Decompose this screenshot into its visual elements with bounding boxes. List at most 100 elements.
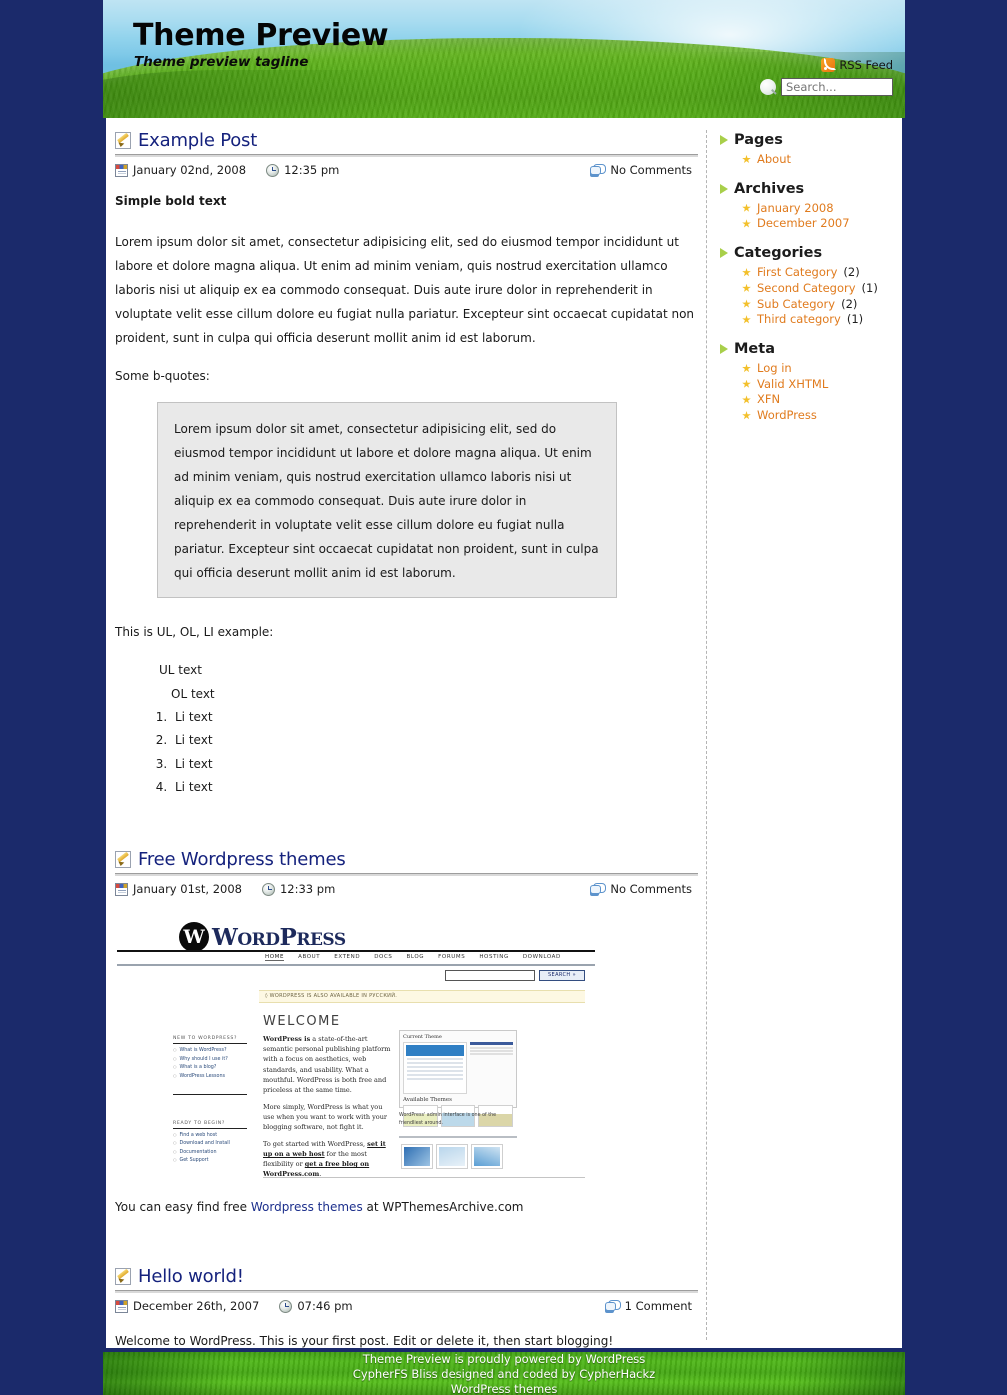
bquote-intro: Some b-quotes: (115, 368, 210, 383)
sidebar-link[interactable]: Third category (757, 312, 841, 327)
sidebar-block-meta: Meta Log in Valid XHTML XFN WordPress (720, 341, 892, 423)
sidebar-item-january-2008[interactable]: January 2008 (742, 201, 892, 216)
star-icon (742, 315, 751, 324)
sidebar-link[interactable]: About (757, 152, 791, 167)
wp-new-header: NEW TO WORDPRESS? (173, 1036, 247, 1045)
pencil-icon (115, 1268, 131, 1286)
wp-search: SEARCH » (445, 970, 585, 982)
site-title[interactable]: Theme Preview (133, 18, 389, 53)
calendar-icon (115, 163, 128, 177)
sidebar-item-first-category[interactable]: First Category (2) (742, 265, 892, 280)
post-meta: January 02nd, 2008 12:35 pm No Comments (115, 163, 698, 177)
sidebar-link[interactable]: January 2008 (757, 201, 834, 216)
wm-ord: ORD (237, 929, 280, 950)
post-title-text[interactable]: Hello world! (138, 1266, 244, 1287)
post-body: Simple bold text Lorem ipsum dolor sit a… (115, 193, 698, 799)
wp-theme-line (407, 1074, 463, 1077)
wordpress-org-screenshot-image: WORDPRESS HOME ABOUT EXTEND DOCS BLOG FO… (117, 918, 595, 1187)
comments-link[interactable]: 1 Comment (625, 1299, 692, 1313)
sidebar-item-valid-xhtml[interactable]: Valid XHTML (742, 377, 892, 392)
wp-theme-line (470, 1050, 513, 1052)
sidebar-item-about[interactable]: About (742, 152, 892, 167)
post-title-text[interactable]: Free Wordpress themes (138, 849, 346, 870)
sidebar-item-xfn[interactable]: XFN (742, 392, 892, 407)
wp-ready-section: READY TO BEGIN? Find a web host Download… (173, 1121, 247, 1163)
post-example-post: Example Post January 02nd, 2008 12:35 pm… (115, 130, 698, 799)
footer-wordpress-link[interactable]: WordPress (585, 1352, 645, 1366)
post-title[interactable]: Example Post (115, 130, 698, 151)
sidebar-link[interactable]: WordPress (757, 408, 817, 423)
list-item: Li text (171, 729, 698, 752)
post-date-text: December 26th, 2007 (133, 1299, 260, 1314)
post-comments[interactable]: 1 Comment (604, 1299, 692, 1313)
post-meta: January 01st, 2008 12:33 pm No Comments (115, 882, 698, 896)
sidebar-link[interactable]: Log in (757, 361, 792, 376)
sidebar-item-wordpress[interactable]: WordPress (742, 408, 892, 423)
wp-notice-bar: ◊ WORDPRESS IS ALSO AVAILABLE IN РУССКИЙ… (259, 990, 585, 1004)
sidebar-item-december-2007[interactable]: December 2007 (742, 216, 892, 231)
wp-nav-item: DOCS (374, 954, 393, 961)
star-icon (742, 363, 751, 373)
comment-bubble-icon (590, 883, 607, 895)
comments-link[interactable]: No Comments (610, 882, 692, 896)
star-icon (742, 154, 751, 164)
post-comments[interactable]: No Comments (590, 163, 692, 177)
wp-thumb (436, 1144, 468, 1170)
search-form[interactable] (760, 78, 893, 96)
search-icon (760, 79, 776, 95)
sidebar-list-meta: Log in Valid XHTML XFN WordPress (720, 361, 892, 423)
sidebar-heading-pages: Pages (720, 132, 892, 148)
wp-main-copy: WordPress is a state-of-the-art semantic… (263, 1034, 393, 1186)
blockquote-text: Lorem ipsum dolor sit amet, consectetur … (174, 421, 599, 580)
post-spacer (115, 803, 698, 849)
wordpress-themes-link[interactable]: Wordpress themes (251, 1200, 363, 1214)
sidebar-heading-text: Categories (734, 245, 823, 262)
sidebar-list-pages: About (720, 152, 892, 167)
xfn-abbr: XFN (757, 392, 781, 407)
wp-available-themes-label: Available Themes (403, 1097, 452, 1104)
sidebar-item-third-category[interactable]: Third category (1) (742, 312, 892, 327)
wp-theme-line (407, 1062, 463, 1065)
blockquote: Lorem ipsum dolor sit amet, consectetur … (157, 401, 617, 598)
arrow-right-icon (720, 248, 728, 259)
sidebar-item-sub-category[interactable]: Sub Category (2) (742, 297, 892, 312)
category-count: (1) (861, 280, 878, 295)
wp-rule-lower (399, 1136, 517, 1139)
search-input[interactable] (781, 78, 893, 96)
sidebar-link[interactable]: Second Category (757, 281, 856, 296)
sidebar-item-second-category[interactable]: Second Category (1) (742, 281, 892, 296)
sidebar-link[interactable]: December 2007 (757, 216, 850, 231)
footer-cypherhackz-link[interactable]: CypherHackz (579, 1367, 655, 1381)
content-shell: Example Post January 02nd, 2008 12:35 pm… (103, 118, 905, 1348)
closing-before: You can easy find free (115, 1200, 251, 1215)
calendar-icon (115, 1299, 128, 1313)
post-time: 12:33 pm (261, 882, 335, 896)
hill-shadow-left (103, 70, 408, 118)
footer-wordpress-themes-link[interactable]: WordPress themes (451, 1382, 558, 1395)
wp-theme-title-line (470, 1042, 513, 1046)
wp-ready-link: Documentation (173, 1149, 247, 1155)
sidebar-link-valid-xhtml[interactable]: Valid XHTML (757, 377, 828, 392)
post-title[interactable]: Hello world! (115, 1266, 698, 1287)
wp-admin-preview: Current Theme Available Themes WordPress… (399, 1030, 517, 1128)
sidebar-list-categories: First Category (2) Second Category (1) S… (720, 265, 892, 327)
wp-theme-pane-left (403, 1042, 467, 1095)
title-divider (115, 1290, 698, 1294)
post-spacer (115, 1220, 698, 1266)
post-comments[interactable]: No Comments (590, 882, 692, 896)
sidebar-link-xfn[interactable]: XFN (757, 392, 780, 407)
post-title[interactable]: Free Wordpress themes (115, 849, 698, 870)
comments-link[interactable]: No Comments (610, 163, 692, 177)
sidebar-link[interactable]: First Category (757, 265, 837, 280)
wp-thumb (401, 1144, 433, 1170)
sidebar-block-archives: Archives January 2008 December 2007 (720, 181, 892, 231)
wp-ready-link: Find a web host (173, 1132, 247, 1138)
footer-powered-text: Theme Preview is proudly powered by (362, 1352, 586, 1366)
sidebar-item-login[interactable]: Log in (742, 361, 892, 376)
sidebar-link[interactable]: Sub Category (757, 297, 835, 312)
wp-nav-item: FORUMS (438, 954, 466, 961)
post-title-text[interactable]: Example Post (138, 130, 257, 151)
site-footer: Theme Preview is proudly powered by Word… (103, 1352, 905, 1395)
sidebar-list-archives: January 2008 December 2007 (720, 201, 892, 231)
rss-feed-link[interactable]: RSS Feed (821, 57, 893, 72)
